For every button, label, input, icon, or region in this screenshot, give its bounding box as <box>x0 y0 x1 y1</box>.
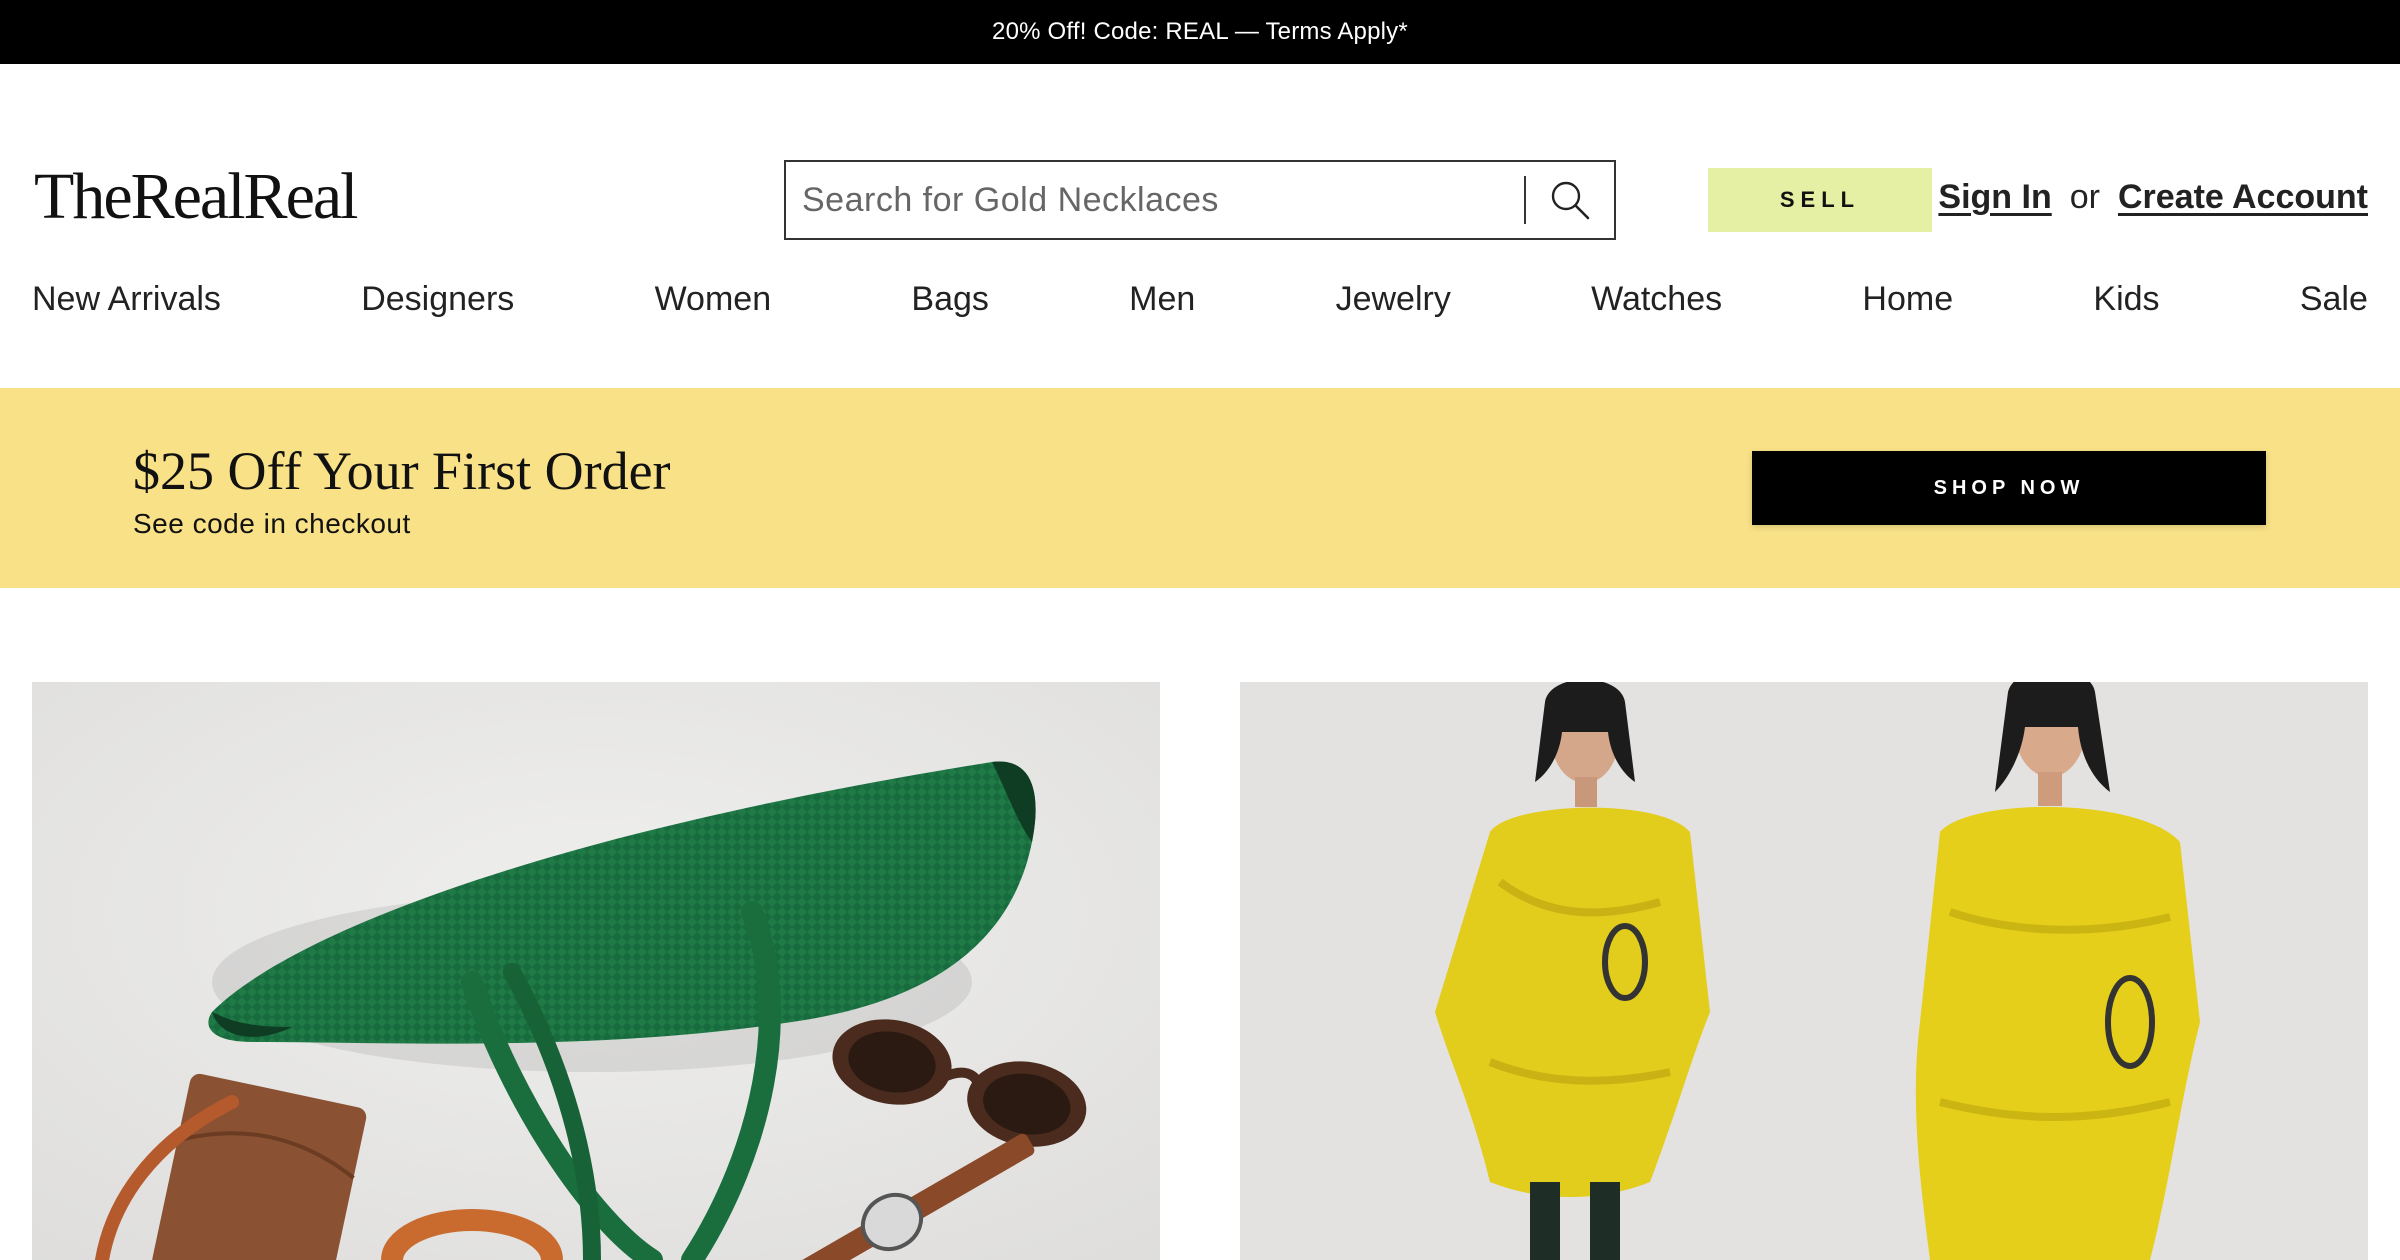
nav-item-sale[interactable]: Sale <box>2300 280 2368 319</box>
first-order-banner: $25 Off Your First Order See code in che… <box>0 388 2400 588</box>
account-links: Sign In or Create Account <box>1938 178 2368 217</box>
search-input[interactable] <box>786 162 1524 238</box>
hero-image-fashion[interactable] <box>1240 682 2368 1260</box>
or-text: or <box>2069 178 2100 216</box>
accessories-illustration <box>32 682 1160 1260</box>
nav-item-women[interactable]: Women <box>655 280 772 319</box>
site-header: TheRealReal SELL Sign In or Create Accou… <box>0 64 2400 388</box>
offer-title: $25 Off Your First Order <box>133 441 671 501</box>
logo[interactable]: TheRealReal <box>34 164 359 230</box>
nav-item-bags[interactable]: Bags <box>911 280 989 319</box>
sell-button[interactable]: SELL <box>1708 168 1932 232</box>
promo-text[interactable]: 20% Off! Code: REAL — Terms Apply* <box>992 18 1408 46</box>
search-button[interactable] <box>1526 162 1614 238</box>
nav-item-new-arrivals[interactable]: New Arrivals <box>32 280 221 319</box>
nav-item-jewelry[interactable]: Jewelry <box>1336 280 1451 319</box>
hero-image-accessories[interactable] <box>32 682 1160 1260</box>
search-bar <box>784 160 1616 240</box>
nav-item-kids[interactable]: Kids <box>2093 280 2159 319</box>
shop-now-button[interactable]: SHOP NOW <box>1752 451 2266 525</box>
nav-item-designers[interactable]: Designers <box>361 280 514 319</box>
nav-item-home[interactable]: Home <box>1862 280 1953 319</box>
create-account-link[interactable]: Create Account <box>2118 178 2368 217</box>
search-icon <box>1551 181 1590 220</box>
nav-item-watches[interactable]: Watches <box>1591 280 1722 319</box>
main-nav: New Arrivals Designers Women Bags Men Je… <box>32 280 2368 319</box>
offer-subtitle: See code in checkout <box>133 508 411 539</box>
nav-item-men[interactable]: Men <box>1129 280 1195 319</box>
fashion-illustration <box>1240 682 2368 1260</box>
sign-in-link[interactable]: Sign In <box>1938 178 2051 217</box>
promo-bar[interactable]: 20% Off! Code: REAL — Terms Apply* <box>0 0 2400 64</box>
